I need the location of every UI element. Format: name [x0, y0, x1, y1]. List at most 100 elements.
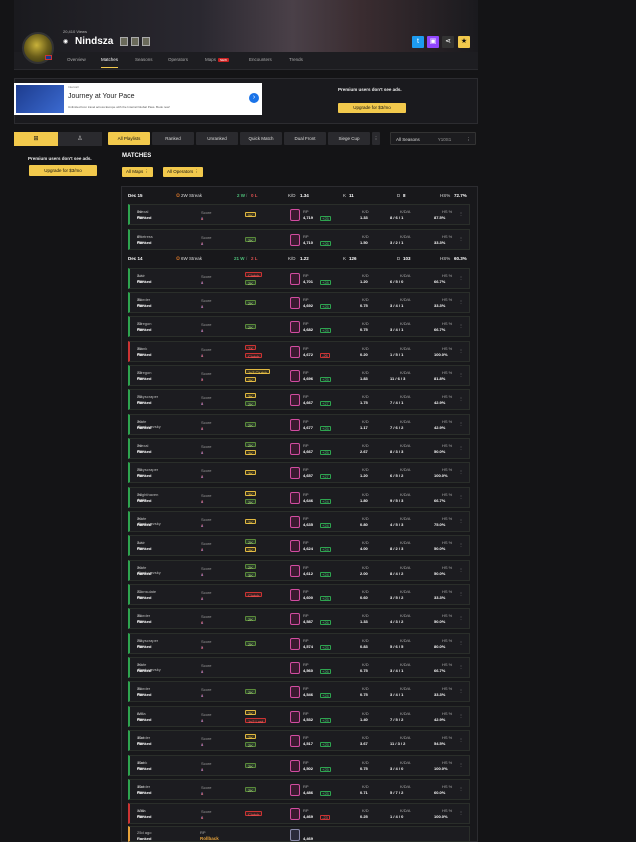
match-map: Fortress — [138, 233, 153, 239]
season-select[interactable]: All Seasons Y10S1 ⋮ — [390, 132, 476, 145]
tab-encounters[interactable]: Encounters — [249, 57, 272, 62]
match-row[interactable]: 10d ago / Villa Ranked Score 0 : 4 Clutch RP 4… — [128, 803, 470, 825]
tab-maps[interactable]: Maps NEW — [205, 57, 230, 62]
rp-label: RP — [303, 394, 309, 400]
match-row[interactable]: 7d ago / Kafe Dostoyevsky Ranked Score 4 : … — [128, 511, 470, 532]
twitch-button[interactable]: ▣ — [427, 36, 439, 48]
match-row[interactable]: 7d ago / Skyscraper Ranked Score 4 : 1 3K 2K R… — [128, 389, 470, 411]
filter-unranked[interactable]: Unranked — [196, 132, 238, 145]
playstation-platform-button[interactable]: ♙ — [58, 132, 102, 146]
match-row[interactable]: 7d ago / Oregon Ranked Score 5 : 3 1v3 Clutc… — [128, 364, 470, 386]
favorite-button[interactable]: ★ — [458, 36, 470, 48]
filter-all-playlists[interactable]: All Playlists — [108, 132, 150, 145]
match-row[interactable]: 7d ago / Border Ranked Score 4 : 1 2K RP 4,546… — [128, 681, 470, 703]
match-menu-icon[interactable]: ⋮ — [459, 786, 463, 791]
match-map: Oregon — [138, 321, 152, 327]
match-row[interactable]: 5d ago / Nexal Ranked Score 5 : 4 5K RP 4,719 +… — [128, 204, 470, 225]
match-row[interactable]: 7d ago / Skyscraper Ranked Score 5 : 3 2K RP 4… — [128, 632, 470, 654]
match-rp: 4,612 — [303, 570, 314, 576]
twitter-button[interactable]: t — [412, 36, 424, 48]
pc-platform-button[interactable]: ⊞ — [14, 132, 58, 146]
match-row[interactable]: 6d ago / Fortress Ranked Score 4 : 2 2K RP 4,7… — [128, 228, 470, 250]
filter-siege-cup[interactable]: Siege Cup — [328, 132, 370, 145]
match-row[interactable]: 7d ago / Lair Ranked Score 4 : 2 2K 2K RP 4,624… — [128, 535, 470, 557]
match-row[interactable]: 7d ago / Border Ranked Score 4 : 1 2K RP 4,692… — [128, 291, 470, 313]
upgrade-button-left[interactable]: Upgrade for $3/mo — [29, 165, 97, 176]
tab-trends[interactable]: Trends — [289, 57, 303, 62]
filter-more-button[interactable]: ⋮ — [372, 132, 380, 145]
kd-label: K/D — [362, 735, 369, 741]
match-row[interactable]: 25d ago Ranked RP Rollback 4,469 — [128, 826, 470, 842]
rank-icon — [290, 467, 300, 480]
score-label: Score — [201, 297, 212, 303]
match-row[interactable]: 10d ago / Bank Ranked Score 4 : 1 2K RP 4,502 +… — [128, 754, 470, 776]
match-menu-icon[interactable]: ⋮ — [459, 445, 463, 450]
match-kd: 1.17 — [360, 424, 368, 430]
rp-delta: +25 — [320, 303, 331, 309]
match-menu-icon[interactable]: ⋮ — [459, 299, 463, 304]
ad-arrow-icon[interactable]: › — [249, 93, 259, 103]
match-rp: 4,517 — [303, 741, 314, 747]
match-menu-icon[interactable]: ⋮ — [459, 421, 463, 426]
filter-quick-match[interactable]: Quick Match — [240, 132, 282, 145]
match-menu-icon[interactable]: ⋮ — [459, 713, 463, 718]
tab-operators[interactable]: Operators — [168, 57, 188, 62]
match-map: Oregon — [138, 369, 152, 375]
match-menu-icon[interactable]: ⋮ — [459, 372, 463, 377]
match-row[interactable]: 8d ago / Villa Ranked Score 4 : 1 2K 1v2 Lost… — [128, 705, 470, 727]
match-row[interactable]: 7d ago / Nexal Ranked Score 4 : 1 2K 2K RP 4,66… — [128, 437, 470, 459]
match-mode: Ranked — [137, 302, 152, 308]
match-menu-icon[interactable]: ⋮ — [459, 737, 463, 742]
match-menu-icon[interactable]: ⋮ — [459, 810, 463, 815]
tab-seasons[interactable]: Seasons — [135, 57, 153, 62]
chip-label: All Maps — [126, 169, 144, 174]
match-menu-icon[interactable]: ⋮ — [459, 591, 463, 596]
match-menu-icon[interactable]: ⋮ — [459, 615, 463, 620]
match-menu-icon[interactable]: ⋮ — [459, 275, 463, 280]
match-menu-icon[interactable]: ⋮ — [459, 567, 463, 572]
filter-dual-front[interactable]: Dual Front — [284, 132, 326, 145]
match-menu-icon[interactable]: ⋮ — [459, 348, 463, 353]
upgrade-button[interactable]: Upgrade for $3/mo — [338, 103, 406, 113]
match-map: Skyscraper — [138, 637, 159, 643]
tab-overview[interactable]: Overview — [67, 57, 86, 62]
rp-label: RP — [303, 233, 309, 239]
uk-flag-icon — [45, 55, 52, 60]
match-row[interactable]: 7d ago / Kafe Dostoyevsky Ranked Score 4 : … — [128, 657, 470, 679]
match-menu-icon[interactable]: ⋮ — [459, 762, 463, 767]
kda-label: K/D/A — [400, 759, 411, 765]
tab-matches[interactable]: Matches — [101, 57, 119, 68]
match-row[interactable]: 7d ago / Bank Ranked Score 1 : 4 TK Clutch RP 4… — [128, 340, 470, 362]
match-row[interactable]: 10d ago / Border Ranked Score 5 : 4 2K RP 4,48… — [128, 778, 470, 800]
match-menu-icon[interactable]: ⋮ — [459, 494, 463, 499]
match-row[interactable]: 7d ago / Skyscraper Ranked Score 4 : 2 3K RP 4… — [128, 462, 470, 484]
match-menu-icon[interactable]: ⋮ — [459, 688, 463, 693]
match-mode: Ranked — [137, 215, 152, 220]
match-row[interactable]: 7d ago / Kafe Dostoyevsky Ranked Score 4 : … — [128, 559, 470, 581]
match-row[interactable]: 7d ago / Oregon Ranked Score 4 : 1 2K RP 4,682… — [128, 316, 470, 338]
score-label: Score — [201, 492, 212, 498]
chip-all-operators[interactable]: All Operators ⋮ — [163, 167, 204, 177]
match-menu-icon[interactable]: ⋮ — [459, 518, 463, 523]
match-row[interactable]: 7d ago / Lair Ranked Score 4 : 1 Clutch 2K RP 4… — [128, 267, 470, 289]
match-row[interactable]: 7d ago / Border Ranked Score 4 : 0 2K RP 4,587… — [128, 608, 470, 630]
chip-all-maps[interactable]: All Maps ⋮ — [122, 167, 154, 177]
rank-icon — [290, 613, 300, 626]
match-row[interactable]: 7d ago / Consulate Ranked Score 4 : 2 Clutch… — [128, 584, 470, 606]
match-row[interactable]: 7d ago / Kafe Dostoyevsky Ranked Score 4 : … — [128, 413, 470, 435]
match-row[interactable]: 7d ago / Nighthaven Labs Ranked Score 4 : 3… — [128, 486, 470, 508]
match-hs: 66.7% — [434, 278, 446, 284]
score-label: Score — [201, 711, 212, 717]
match-menu-icon[interactable]: ⋮ — [459, 323, 463, 328]
match-menu-icon[interactable]: ⋮ — [459, 469, 463, 474]
advertisement[interactable]: Intercall Journey at Your Pace Unlimited… — [14, 83, 262, 115]
share-button[interactable]: ⋖ — [442, 36, 454, 48]
match-row[interactable]: 10d ago / Border Ranked Score 4 : 1 2K 2K RP 4,… — [128, 730, 470, 752]
match-menu-icon[interactable]: ⋮ — [459, 640, 463, 645]
match-menu-icon[interactable]: ⋮ — [459, 236, 463, 241]
match-menu-icon[interactable]: ⋮ — [459, 396, 463, 401]
filter-ranked[interactable]: Ranked — [152, 132, 194, 145]
match-menu-icon[interactable]: ⋮ — [459, 211, 463, 216]
match-menu-icon[interactable]: ⋮ — [459, 664, 463, 669]
match-menu-icon[interactable]: ⋮ — [459, 542, 463, 547]
